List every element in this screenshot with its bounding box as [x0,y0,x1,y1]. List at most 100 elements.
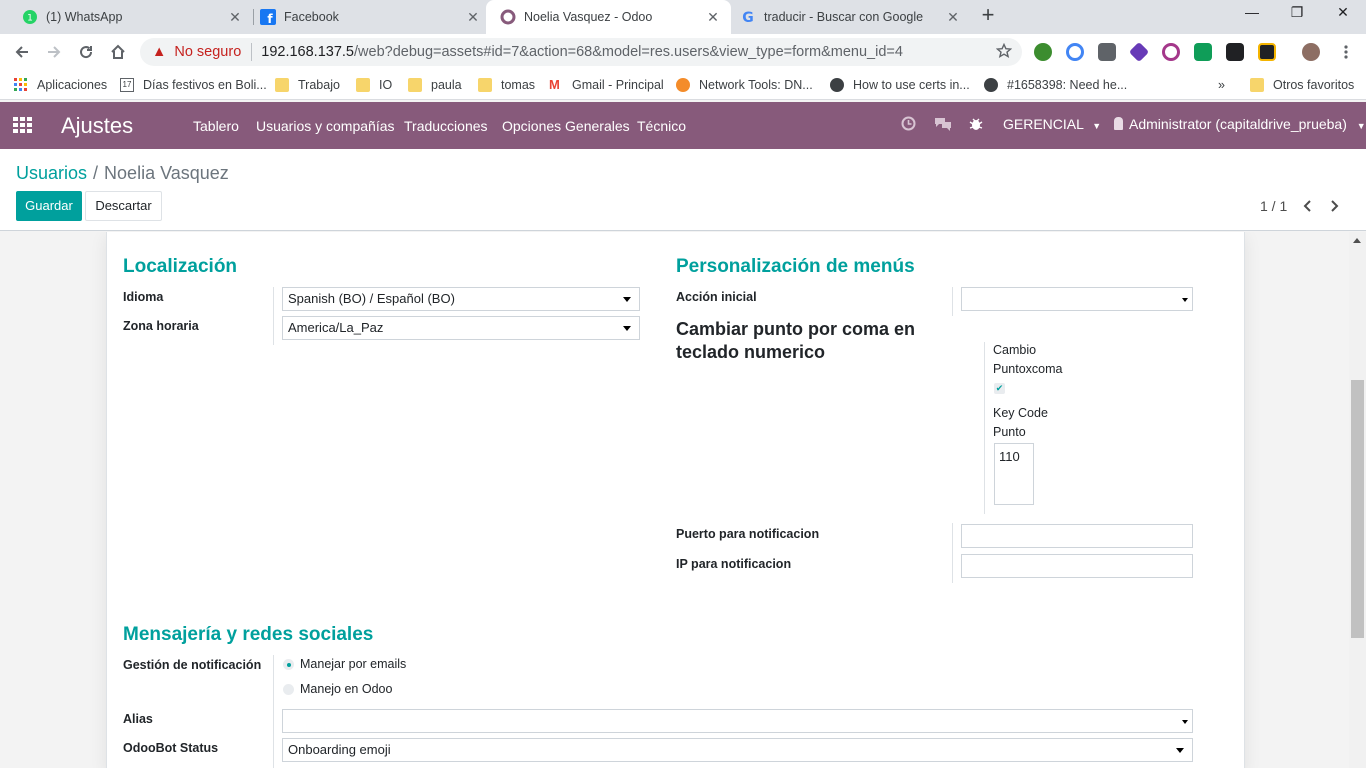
idioma-select[interactable]: Spanish (BO) / Español (BO) [282,287,640,311]
menu-traducciones[interactable]: Traducciones [404,118,488,134]
discard-button[interactable]: Descartar [85,191,162,221]
bookmark-label: Gmail - Principal [572,78,664,92]
breadcrumb-separator: / [93,163,99,183]
tab-title: Noelia Vasquez - Odoo [524,10,653,24]
company-name: GERENCIAL [1003,116,1084,132]
bookmarks-overflow-button[interactable]: » [1218,76,1225,94]
bookmark-label: Días festivos en Boli... [143,78,267,92]
bookmark-dias-festivos[interactable]: 17 Días festivos en Boli... [120,76,267,94]
extension-timer-icon[interactable] [1162,43,1180,61]
bookmark-label: paula [431,78,462,92]
accion-inicial-label: Acción inicial [676,290,757,304]
odoobot-status-select[interactable]: Onboarding emoji [282,738,1193,762]
extension-cube-icon[interactable] [1128,41,1150,63]
odoobot-status-label: OdooBot Status [123,741,219,755]
radio-label-emails[interactable]: Manejar por emails [300,657,406,671]
close-window-button[interactable]: ✕ [1320,4,1366,28]
restore-button[interactable]: ❐ [1274,4,1320,28]
bookmark-label: IO [379,78,393,92]
ip-notificacion-label: IP para notificacion [676,557,792,571]
scrollbar-thumb[interactable] [1351,380,1364,638]
bookmark-tomas[interactable]: tomas [478,76,535,94]
bookmark-network-tools[interactable]: Network Tools: DN... [676,76,813,94]
extension-lightbulb-icon[interactable] [1098,43,1116,61]
new-tab-button[interactable]: + [977,4,999,27]
chat-icon[interactable] [934,116,952,134]
close-icon[interactable]: ✕ [705,9,721,26]
extension-terminal-icon[interactable] [1226,43,1244,61]
minimize-button[interactable]: — [1229,4,1275,28]
zona-horaria-select[interactable]: America/La_Paz [282,316,640,340]
apps-menu-icon[interactable] [13,117,33,138]
bookmark-certs[interactable]: How to use certs in... [830,76,970,94]
breadcrumb: Usuarios / Noelia Vasquez [16,163,229,184]
bookmark-trabajo[interactable]: Trabajo [275,76,340,94]
keycode-punto-field[interactable]: 110 [994,443,1034,505]
bookmark-io[interactable]: IO [356,76,392,94]
address-bar[interactable]: ▲ No seguro 192.168.137.5/web?debug=asse… [140,38,1022,66]
menu-tecnico[interactable]: Técnico [637,118,686,134]
radio-manejar-por-emails[interactable] [283,659,294,670]
avatar[interactable] [1302,43,1320,61]
extension-globe-icon[interactable] [1034,43,1052,61]
extension-sheets-icon[interactable] [1194,43,1212,61]
puerto-notificacion-label: Puerto para notificacion [676,527,820,541]
folder-icon [478,78,492,92]
tab-facebook[interactable]: f Facebook ✕ [246,0,491,34]
debug-bug-icon[interactable] [969,116,983,134]
activity-clock-icon[interactable] [901,116,916,134]
tab-odoo[interactable]: Noelia Vasquez - Odoo ✕ [486,0,731,34]
user-name: Administrator (capitaldrive_prueba) [1129,116,1347,132]
cambio-label-line1: Cambio [993,343,1037,357]
pager-previous-button[interactable] [1297,195,1317,217]
radio-label-odoo[interactable]: Manejo en Odoo [300,682,392,696]
ip-notificacion-input[interactable] [961,554,1193,578]
menu-tablero[interactable]: Tablero [193,118,239,134]
form-view: Localización Idioma Zona horaria Spanish… [0,232,1349,768]
menu-opciones-generales[interactable]: Opciones Generales [502,118,630,134]
user-menu[interactable]: Administrator (capitaldrive_prueba) ▼ [1114,116,1366,132]
radio-manejo-en-odoo[interactable] [283,684,294,695]
cambio-puntoxcoma-checkbox[interactable]: ✔ [994,383,1005,394]
folder-icon [275,78,289,92]
bookmark-label: tomas [501,78,536,92]
page-scrollbar[interactable] [1349,232,1366,768]
whatsapp-icon: 1 [22,9,38,25]
bookmark-label: #1658398: Need he... [1007,78,1128,92]
github-icon [984,78,998,92]
accion-inicial-select[interactable] [961,287,1193,311]
extension-console-icon[interactable] [1258,43,1276,61]
gestion-notificacion-label: Gestión de notificación [123,658,262,672]
pager-next-button[interactable] [1325,195,1345,217]
puerto-notificacion-input[interactable] [961,524,1193,548]
bookmark-1658398[interactable]: #1658398: Need he... [984,76,1127,94]
close-icon[interactable]: ✕ [227,9,243,26]
section-title-personalizacion-menus: Personalización de menús [676,256,915,277]
bookmark-gmail[interactable]: M Gmail - Principal [549,76,664,94]
close-icon[interactable]: ✕ [465,9,481,26]
extension-sync-icon[interactable] [1066,43,1084,61]
teclado-title-line1: Cambiar punto por coma en [676,319,916,339]
save-button[interactable]: Guardar [16,191,82,221]
close-icon[interactable]: ✕ [945,9,961,26]
section-title-mensajeria: Mensajería y redes sociales [123,624,374,645]
app-brand[interactable]: Ajustes [61,113,133,139]
menu-usuarios-companias[interactable]: Usuarios y compañías [256,118,395,134]
browser-menu-button[interactable] [1334,40,1358,64]
tab-whatsapp[interactable]: 1 (1) WhatsApp ✕ [8,0,253,34]
bookmark-aplicaciones[interactable]: Aplicaciones [14,76,107,94]
tab-google[interactable]: G traducir - Buscar con Google ✕ [726,0,971,34]
bookmark-paula[interactable]: paula [408,76,462,94]
reload-button[interactable] [74,40,98,64]
gmail-icon: M [549,77,560,92]
company-switcher[interactable]: GERENCIAL ▼ [1003,116,1101,132]
breadcrumb-usuarios[interactable]: Usuarios [16,163,87,183]
home-button[interactable] [106,40,130,64]
alias-select[interactable] [282,709,1193,733]
bookmark-star-icon[interactable] [995,42,1013,63]
scroll-up-icon[interactable] [1353,238,1361,243]
forward-button[interactable] [42,40,66,64]
bookmark-otros-favoritos[interactable]: Otros favoritos [1250,76,1354,94]
breadcrumb-current: Noelia Vasquez [104,163,229,183]
back-button[interactable] [10,40,34,64]
